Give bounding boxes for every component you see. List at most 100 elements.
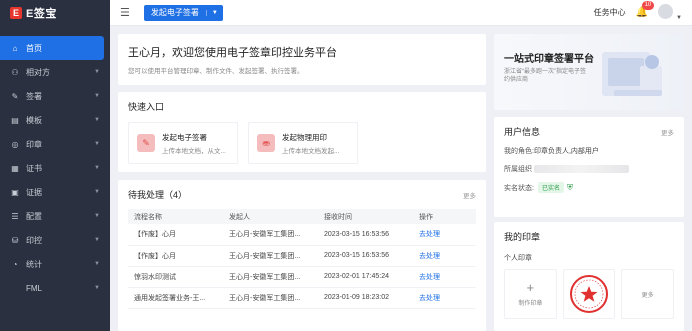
sidebar-item-fml[interactable]: FML ▼ [0, 276, 110, 300]
settings-icon: ☰ [11, 211, 19, 221]
todo-title: 待我处理（4） [128, 190, 188, 200]
seal-platform-illustration [602, 52, 662, 96]
user-info-more-link[interactable]: 更多 [661, 127, 674, 137]
sidebar-item-label: 模板 [26, 115, 42, 125]
my-seal-title: 我的印章 [504, 232, 541, 242]
chevron-down-icon: ▼ [676, 15, 682, 21]
chevron-down-icon: ▼ [94, 93, 100, 99]
more-seals-button[interactable]: 更多 [621, 269, 675, 319]
avatar [658, 4, 674, 19]
promo-banner[interactable]: 一站式印章签署平台 浙江省“最多跑一次”指定电子签约供应商 [494, 34, 684, 110]
sidebar-item-evidence[interactable]: ▣ 证据 ▼ [0, 180, 110, 204]
make-seal-button[interactable]: + 制作印章 [504, 269, 557, 319]
sidebar-item-sign[interactable]: ✎ 签署 ▼ [0, 84, 110, 108]
task-center-link[interactable]: 任务中心 [594, 7, 626, 18]
chevron-down-icon: ▼ [94, 285, 100, 291]
notification-badge: 10 [641, 1, 655, 10]
quick-entry-card: 快速入口 ✎ 发起电子签署 上传本地文档，从文... ⛂ 发起物理用印 上传本地… [118, 92, 486, 172]
process-link[interactable]: 去处理 [413, 245, 476, 267]
cell-initiator: 王心月-安徽军工集团... [223, 266, 318, 288]
cell-flow-name: 【作废】心月 [128, 245, 223, 267]
table-row[interactable]: 【作废】心月 王心月-安徽军工集团... 2023-03-15 16:53:56… [128, 245, 476, 267]
seal-icon: ◎ [11, 139, 19, 149]
quick-item-title: 发起物理用印 [282, 132, 327, 142]
column-header: 发起人 [223, 209, 318, 224]
sidebar-item-template[interactable]: ▤ 模板 ▼ [0, 108, 110, 132]
table-row[interactable]: 惊羽水印测试 王心月-安徽军工集团... 2023-02-01 17:45:24… [128, 266, 476, 288]
chevron-down-icon: ▼ [94, 165, 100, 171]
todo-table: 流程名称 发起人 接收时间 操作 【作废】心月 王心月-安徽军工集团... 20… [128, 209, 476, 309]
cell-initiator: 王心月-安徽军工集团... [223, 245, 318, 267]
table-row[interactable]: 通用发起签署业务-王... 王心月-安徽军工集团... 2023-01-09 1… [128, 287, 476, 309]
auth-label: 实名状态: [504, 184, 534, 192]
sidebar-item-label: 统计 [26, 259, 42, 269]
user-menu[interactable]: ▼ [658, 4, 682, 21]
quick-item-subtitle: 上传本地文档发起... [282, 147, 340, 155]
quick-item-electronic-sign[interactable]: ✎ 发起电子签署 上传本地文档，从文... [128, 122, 238, 164]
bell-icon[interactable]: 🔔 10 [636, 1, 655, 18]
sidebar-item-label: FML [26, 283, 42, 293]
cell-received-time: 2023-02-01 17:45:24 [318, 266, 413, 288]
sidebar-item-stats[interactable]: ◔ 统计 ▼ [0, 252, 110, 276]
sidebar-item-label: 相对方 [26, 67, 50, 77]
column-header: 操作 [413, 209, 476, 224]
column-header: 接收时间 [318, 209, 413, 224]
logo-text: E签宝 [26, 8, 57, 20]
org-row: 所属组织 [504, 164, 674, 174]
table-header-row: 流程名称 发起人 接收时间 操作 [128, 209, 476, 224]
sidebar-item-label: 首页 [26, 43, 42, 53]
my-seal-card: 我的印章 个人印章 + 制作印章 更多 [494, 222, 684, 331]
sidebar-item-label: 配置 [26, 211, 42, 221]
sidebar: E E签宝 ⌂ 首页 ⚇ 相对方 ▼ ✎ 签署 ▼ ▤ 模板 ▼ ◎ 印章 ▼ … [0, 0, 110, 331]
start-sign-button[interactable]: 发起电子签署 ▼ [143, 4, 223, 21]
home-icon: ⌂ [12, 43, 18, 53]
menu-toggle-icon[interactable]: ☰ [120, 6, 130, 19]
stats-icon: ◔ [12, 259, 18, 269]
process-link[interactable]: 去处理 [413, 287, 476, 309]
sidebar-item-seal[interactable]: ◎ 印章 ▼ [0, 132, 110, 156]
chevron-down-icon: ▼ [94, 141, 100, 147]
sidebar-item-home[interactable]: ⌂ 首页 [0, 36, 104, 60]
more-seals-label: 更多 [641, 292, 654, 299]
quick-item-subtitle: 上传本地文档，从文... [162, 147, 226, 155]
role-label: 我的角色: [504, 148, 534, 155]
fml-spacer [10, 283, 20, 293]
chevron-down-icon: ▼ [94, 189, 100, 195]
process-link[interactable]: 去处理 [413, 266, 476, 288]
shield-check-icon: ⛨ [566, 182, 573, 192]
sidebar-item-seal-control[interactable]: ⛁ 印控 ▼ [0, 228, 110, 252]
red-seal-image [570, 275, 608, 313]
chevron-down-icon: ▼ [94, 237, 100, 243]
evidence-icon: ▣ [11, 187, 19, 197]
chevron-down-icon: ▼ [94, 69, 100, 75]
process-link[interactable]: 去处理 [413, 224, 476, 246]
user-info-title: 用户信息 [504, 127, 541, 137]
cell-initiator: 王心月-安徽军工集团... [223, 287, 318, 309]
sidebar-item-label: 证据 [26, 187, 42, 197]
chevron-down-icon[interactable]: ▼ [205, 9, 223, 16]
org-value-redacted [534, 165, 629, 173]
role-value: 印章负责人,内部用户 [533, 148, 599, 155]
table-row[interactable]: 【作废】心月 王心月-安徽军工集团... 2023-03-15 16:53:56… [128, 224, 476, 246]
seal-thumbnail[interactable] [562, 269, 616, 319]
sidebar-item-label: 印控 [26, 235, 42, 245]
sidebar-item-certificate[interactable]: ▦ 证书 ▼ [0, 156, 110, 180]
quick-item-physical-seal[interactable]: ⛂ 发起物理用印 上传本地文档发起... [248, 122, 358, 164]
sidebar-item-settings[interactable]: ☰ 配置 ▼ [0, 204, 110, 228]
chevron-down-icon: ▼ [94, 117, 100, 123]
cell-received-time: 2023-01-09 18:23:02 [318, 287, 413, 309]
certificate-icon: ▦ [11, 163, 19, 173]
sidebar-item-counterparty[interactable]: ⚇ 相对方 ▼ [0, 60, 110, 84]
chevron-down-icon: ▼ [94, 261, 100, 267]
banner-subtitle: 浙江省“最多跑一次”指定电子签约供应商 [504, 69, 586, 83]
logo[interactable]: E E签宝 [0, 0, 110, 26]
quick-item-title: 发起电子签署 [162, 132, 207, 142]
stamp-icon: ⛂ [257, 134, 275, 152]
cell-flow-name: 惊羽水印测试 [128, 266, 223, 288]
todo-more-link[interactable]: 更多 [463, 190, 476, 200]
sign-icon: ✎ [11, 91, 19, 101]
chevron-down-icon: ▼ [94, 213, 100, 219]
logo-mark: E [10, 7, 22, 19]
org-label: 所属组织 [504, 166, 532, 173]
sidebar-item-label: 签署 [26, 91, 42, 101]
